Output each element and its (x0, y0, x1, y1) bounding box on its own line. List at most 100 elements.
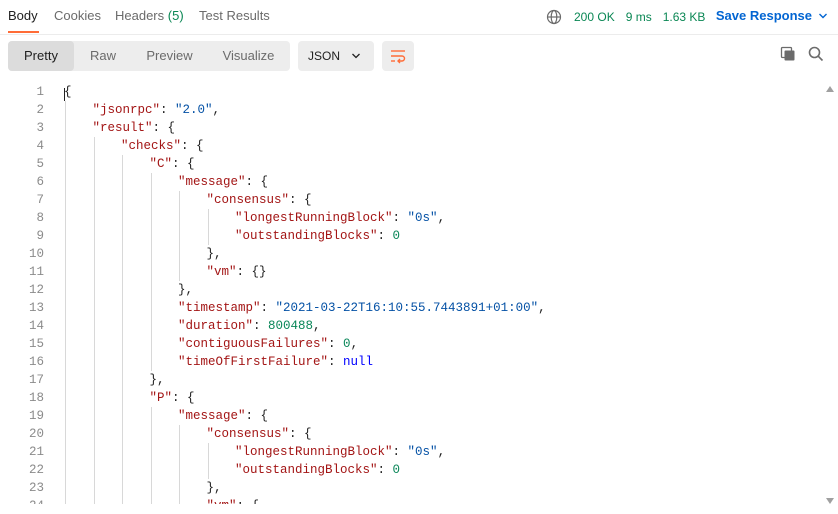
code-token: }, (149, 373, 165, 387)
tab-headers[interactable]: Headers (5) (115, 8, 184, 23)
indent-guide (65, 227, 66, 245)
indent-guide (122, 407, 123, 425)
indent-guide (179, 263, 180, 281)
indent-guide (65, 425, 66, 443)
vertical-scrollbar[interactable] (824, 83, 836, 504)
view-mode-tabs: Pretty Raw Preview Visualize (8, 41, 290, 71)
scroll-up-arrow-icon[interactable] (826, 86, 834, 92)
indent-guide (207, 227, 209, 245)
indent-guide (179, 461, 180, 479)
response-time[interactable]: 9 ms (626, 10, 652, 24)
indent-guide (65, 443, 66, 461)
line-number: 20 (28, 427, 44, 441)
indent-guide (122, 245, 123, 263)
indent-guide (65, 407, 66, 425)
code-text: "message": { (178, 173, 268, 191)
code-token: "result" (92, 121, 153, 135)
code-text: { (64, 83, 72, 101)
code-token: "longestRunningBlock" (235, 445, 393, 459)
code-line: 22 "outstandingBlocks": 0 (0, 461, 820, 479)
indent-guide (93, 407, 95, 425)
code-token: }, (206, 481, 222, 495)
indent-guide (93, 461, 95, 479)
indent-guide (179, 479, 180, 497)
line-number: 21 (28, 445, 44, 459)
code-line: 11 "vm": {} (0, 263, 820, 281)
code-token: }, (178, 283, 194, 297)
view-tab-visualize[interactable]: Visualize (207, 41, 290, 71)
tab-cookies[interactable]: Cookies (54, 8, 101, 23)
indent-guide (93, 335, 95, 353)
code-text: "checks": { (121, 137, 204, 155)
code-line: 5 "C": { (0, 155, 820, 173)
indent-guide (65, 101, 66, 119)
indent-guide (122, 317, 123, 335)
code-line: 10}, (0, 245, 820, 263)
indent-guide (65, 191, 66, 209)
code-line: 6 "message": { (0, 173, 820, 191)
indent-guide (93, 317, 95, 335)
code-token: "message" (178, 175, 246, 189)
view-tab-raw[interactable]: Raw (74, 41, 132, 71)
line-number: 9 (36, 229, 44, 243)
line-number: 11 (28, 265, 44, 279)
indent-guide (122, 155, 123, 173)
code-line: 19 "message": { (0, 407, 820, 425)
indent-guide (93, 173, 95, 191)
code-token: : { (181, 139, 204, 153)
response-size[interactable]: 1.63 KB (663, 10, 706, 24)
save-response-button[interactable]: Save Response (716, 8, 828, 23)
code-text: "longestRunningBlock": "0s", (235, 443, 445, 461)
code-line: 15 "contiguousFailures": 0, (0, 335, 820, 353)
scroll-down-arrow-icon[interactable] (826, 498, 834, 504)
code-token: "contiguousFailures" (178, 337, 329, 351)
headers-count-badge: (5) (167, 8, 184, 23)
code-text: }, (178, 281, 193, 299)
view-tab-preview[interactable]: Preview (132, 41, 207, 71)
copy-icon[interactable] (780, 46, 796, 62)
code-text: }, (207, 245, 222, 263)
globe-icon[interactable] (546, 9, 562, 25)
code-token: "C" (149, 157, 173, 171)
code-token: "2.0" (175, 103, 213, 117)
code-token: "outstandingBlocks" (235, 229, 378, 243)
code-line: 4 "checks": { (0, 137, 820, 155)
format-select[interactable]: JSON (298, 41, 374, 71)
indent-guide (122, 209, 123, 227)
wrap-lines-button[interactable] (382, 41, 414, 71)
code-token: 800488 (268, 319, 314, 333)
format-select-value: JSON (308, 49, 341, 63)
view-tab-pretty[interactable]: Pretty (8, 41, 74, 71)
tab-test-results[interactable]: Test Results (199, 8, 270, 23)
search-icon[interactable] (808, 46, 824, 62)
tab-body[interactable]: Body (8, 8, 38, 23)
code-token: : { (245, 175, 269, 189)
code-token: "P" (149, 391, 173, 405)
indent-guide (65, 137, 66, 155)
code-token: : (377, 463, 393, 477)
code-token: , (350, 337, 359, 351)
indent-guide (150, 317, 152, 335)
code-text: "result": { (93, 119, 176, 137)
line-number: 4 (36, 139, 44, 153)
code-text: }, (150, 371, 165, 389)
indent-guide (65, 479, 66, 497)
indent-guide (65, 299, 66, 317)
code-token: , (437, 445, 446, 459)
code-token: "0s" (407, 445, 438, 459)
line-number: 19 (28, 409, 44, 423)
response-body-viewer[interactable]: 1{2 "jsonrpc": "2.0", 3 "result": {4 "checks… (0, 83, 822, 504)
code-line: 3 "result": { (0, 119, 820, 137)
indent-guide (122, 389, 123, 407)
indent-guide (122, 227, 123, 245)
code-text: "duration": 800488, (178, 317, 321, 335)
code-line: 12}, (0, 281, 820, 299)
indent-guide (65, 173, 66, 191)
code-token: : (160, 103, 176, 117)
code-line: 9 "outstandingBlocks": 0 (0, 227, 820, 245)
code-token: : { (172, 157, 195, 171)
status-code[interactable]: 200 OK (574, 10, 615, 24)
code-token: "message" (178, 409, 246, 423)
code-text: "P": { (150, 389, 195, 407)
indent-guide (150, 209, 152, 227)
